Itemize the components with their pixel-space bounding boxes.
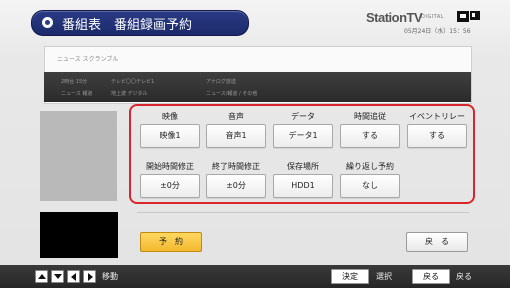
audio-select-button[interactable]: 音声1 [206, 124, 266, 148]
event-relay-select-button[interactable]: する [407, 124, 467, 148]
label-video: 映像 [162, 112, 178, 121]
footer-decide-button[interactable]: 決定 [331, 269, 369, 284]
repeat-select-button[interactable]: なし [340, 174, 400, 198]
label-save-location: 保存場所 [287, 162, 319, 171]
down-arrow-key[interactable] [51, 270, 64, 283]
label-event-relay: イベントリレー [409, 112, 465, 121]
page-title: 番組表 番組録画予約 [62, 18, 193, 33]
up-arrow-icon [38, 274, 46, 279]
right-arrow-key[interactable] [83, 270, 96, 283]
app-logo-sub: DIGITAL [421, 14, 445, 20]
program-info-item: テレビ〇〇テレビ1 [111, 79, 155, 85]
end-adjust-select-button[interactable]: ±0分 [206, 174, 266, 198]
program-info-item: アナログ放送 [206, 79, 236, 85]
right-arrow-icon [88, 273, 93, 281]
program-info-item: 地上波 デジタル [111, 91, 148, 97]
label-repeat: 繰り返し予約 [346, 162, 394, 171]
label-time-follow: 時間追従 [354, 112, 386, 121]
save-location-select-button[interactable]: HDD1 [273, 174, 333, 198]
label-audio: 音声 [228, 112, 244, 121]
program-thumbnail [40, 111, 117, 201]
program-details-strip [44, 72, 471, 102]
datetime-display: 05月24日（水）15：56 [404, 28, 471, 35]
label-end-adjust: 終了時間修正 [212, 162, 260, 171]
app-logo: StationTV [366, 10, 423, 25]
time-follow-select-button[interactable]: する [340, 124, 400, 148]
down-arrow-icon [54, 274, 62, 279]
label-start-adjust: 開始時間修正 [146, 162, 194, 171]
data-select-button[interactable]: データ1 [273, 124, 333, 148]
menu-dot-icon [42, 17, 53, 28]
remote-mode-icon[interactable] [470, 11, 480, 20]
footer-select-label: 選択 [376, 272, 392, 281]
back-button[interactable]: 戻 る [406, 232, 468, 252]
left-arrow-key[interactable] [67, 270, 80, 283]
divider [137, 212, 469, 213]
label-data: データ [291, 112, 315, 121]
window-title-bar: 番組表 番組録画予約 [31, 10, 249, 36]
footer-move-label: 移動 [102, 272, 118, 281]
program-info-item: ニュース/報道 / その他 [206, 91, 258, 97]
start-adjust-select-button[interactable]: ±0分 [140, 174, 200, 198]
footer-back-button[interactable]: 戻る [412, 269, 450, 284]
program-info-item: ニュース 報道 [61, 91, 93, 97]
up-arrow-key[interactable] [35, 270, 48, 283]
window-mode-icon[interactable] [457, 11, 469, 22]
video-select-button[interactable]: 映像1 [140, 124, 200, 148]
program-info-item: 2時台 15分 [61, 79, 88, 85]
left-arrow-icon [71, 273, 76, 281]
footer-back-label: 戻る [456, 272, 472, 281]
tv-preview-screen [40, 212, 118, 258]
reserve-button[interactable]: 予 約 [140, 232, 202, 252]
program-title: ニュース スクランブル [57, 56, 125, 63]
